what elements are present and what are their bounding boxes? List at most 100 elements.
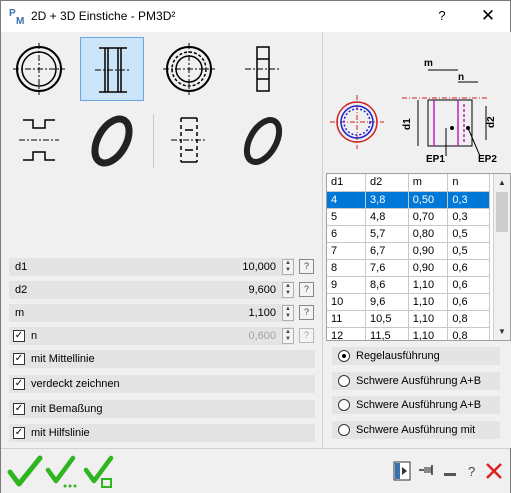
d1-spinner[interactable]: ▲ ▼	[282, 259, 294, 275]
table-cell: 12	[327, 327, 367, 340]
m-spinner[interactable]: ▲ ▼	[282, 305, 294, 321]
ring-dashed-view-icon	[163, 43, 215, 95]
variant-label-3: Schwere Ausführung mit	[356, 424, 476, 436]
pushpin-icon	[419, 465, 433, 475]
groove-hidden-icon	[171, 117, 207, 163]
checkmark-icon	[7, 455, 43, 487]
table-row[interactable]: 9 8,6 1,10 0,6	[327, 276, 490, 294]
d2-help-button[interactable]: ?	[299, 282, 314, 297]
table-row[interactable]: 5 4,8 0,70 0,3	[327, 208, 490, 226]
table-row[interactable]: 4 3,8 0,50 0,3	[327, 191, 490, 209]
scroll-thumb[interactable]	[496, 192, 508, 232]
table-cell: 6	[327, 225, 367, 243]
field-n[interactable]: ✓ n 0,600 ▲ ▼	[9, 327, 294, 345]
help-button[interactable]: ?	[463, 461, 481, 481]
table-cell: 0,5	[447, 242, 490, 260]
table-cell: 1,10	[408, 310, 449, 328]
table-cell: 0,8	[447, 327, 490, 340]
table-cell: 5,7	[365, 225, 409, 243]
scroll-down-icon[interactable]: ▼	[494, 323, 510, 340]
n-checkbox[interactable]: ✓	[13, 330, 25, 342]
field-d2-label: d2	[15, 284, 28, 296]
tool-groove-profile[interactable]	[7, 108, 71, 172]
table-scrollbar[interactable]: ▲ ▼	[493, 174, 510, 340]
pin-panel-icon	[393, 461, 411, 481]
col-header-d2[interactable]: d2	[365, 174, 409, 192]
d1-help-button[interactable]: ?	[299, 259, 314, 274]
variant-radio-0[interactable]	[338, 350, 350, 362]
table-cell: 11,5	[365, 327, 409, 340]
table-cell: 1,10	[408, 293, 449, 311]
window-title: 2D + 3D Einstiche - PM3D²	[31, 9, 176, 23]
variant-radio-2[interactable]	[338, 399, 350, 411]
field-n-value: 0,600	[248, 330, 276, 342]
table-row[interactable]: 12 11,5 1,10 0,8	[327, 327, 490, 340]
table-row[interactable]: 10 9,6 1,10 0,6	[327, 293, 490, 311]
table-header-row: d1 d2 m n	[327, 174, 490, 192]
preview-label-m: m	[424, 58, 433, 69]
variant-radio-1[interactable]	[338, 375, 350, 387]
option-hilfslinie[interactable]: ✓ mit Hilfslinie	[9, 424, 315, 442]
svg-text:?: ?	[468, 464, 475, 479]
verdeckt-checkbox[interactable]: ✓	[13, 378, 25, 390]
close-button[interactable]: ✕	[471, 3, 505, 29]
pin-panel-button[interactable]	[393, 461, 411, 481]
minimize-button[interactable]	[441, 461, 459, 481]
col-header-n[interactable]: n	[447, 174, 490, 192]
table-cell: 0,90	[408, 242, 449, 260]
col-header-m[interactable]: m	[408, 174, 449, 192]
ok-box-button[interactable]	[83, 455, 119, 489]
tool-ring-dashed-view[interactable]	[157, 37, 221, 101]
mittellinie-checkbox[interactable]: ✓	[13, 353, 25, 365]
variant-option-2[interactable]: Schwere Ausführung A+B	[332, 396, 500, 414]
n-help-button: ?	[299, 328, 314, 343]
col-header-d1[interactable]: d1	[327, 174, 367, 192]
field-d1[interactable]: d1 10,000 ▲ ▼	[9, 258, 294, 276]
field-m[interactable]: m 1,100 ▲ ▼	[9, 304, 294, 322]
scroll-up-icon[interactable]: ▲	[494, 174, 510, 191]
ok-repeat-button[interactable]	[45, 455, 81, 489]
table-row[interactable]: 11 10,5 1,10 0,8	[327, 310, 490, 328]
option-verdeckt[interactable]: ✓ verdeckt zeichnen	[9, 375, 315, 393]
bemassung-checkbox[interactable]: ✓	[13, 403, 25, 415]
dimension-table: d1 d2 m n 4 3,8 0,50 0,3 5 4,8 0,70 0,3 6 5,7 0,80…	[326, 173, 511, 341]
tool-ring-front-view[interactable]	[7, 37, 71, 101]
ring-3d-icon	[91, 115, 133, 167]
table-cell: 1,10	[408, 327, 449, 340]
cancel-button[interactable]	[485, 461, 503, 481]
table-cell: 0,6	[447, 276, 490, 294]
pushpin-button[interactable]	[417, 461, 435, 481]
table-row[interactable]: 6 5,7 0,80 0,5	[327, 225, 490, 243]
table-row[interactable]: 8 7,6 0,90 0,6	[327, 259, 490, 277]
tool-groove-hidden[interactable]	[157, 108, 221, 172]
title-help-button[interactable]: ?	[427, 3, 457, 29]
table-cell: 4,8	[365, 208, 409, 226]
variant-option-0[interactable]: Regelausführung	[332, 347, 500, 365]
table-cell: 0,6	[447, 259, 490, 277]
tool-groove-section[interactable]	[80, 37, 144, 101]
option-mittellinie[interactable]: ✓ mit Mittellinie	[9, 350, 315, 368]
preview-label-n: n	[458, 72, 464, 83]
left-panel: d1 10,000 ▲ ▼ ? d2 9,600 ▲ ▼ ? m 1,100 ▲ ▼ …	[1, 32, 323, 448]
field-m-value[interactable]: 1,100	[248, 307, 276, 319]
field-d2-value[interactable]: 9,600	[248, 284, 276, 296]
table-row[interactable]: 7 6,7 0,90 0,5	[327, 242, 490, 260]
table-cell: 8	[327, 259, 367, 277]
variant-option-3[interactable]: Schwere Ausführung mit	[332, 421, 500, 439]
option-bemassung[interactable]: ✓ mit Bemaßung	[9, 400, 315, 418]
field-d2[interactable]: d2 9,600 ▲ ▼	[9, 281, 294, 299]
m-help-button[interactable]: ?	[299, 305, 314, 320]
d2-spinner[interactable]: ▲ ▼	[282, 282, 294, 298]
ok-button[interactable]	[7, 455, 43, 489]
tool-ring-3d[interactable]	[80, 108, 144, 172]
bemassung-label: mit Bemaßung	[31, 403, 103, 415]
minimize-icon	[444, 473, 456, 476]
groove-preview-drawing: m n d1 d2 EP1 EP2	[330, 58, 497, 165]
variant-radio-3[interactable]	[338, 424, 350, 436]
variant-option-1[interactable]: Schwere Ausführung A+B	[332, 372, 500, 390]
tool-ring-side-view[interactable]	[231, 37, 295, 101]
field-d1-value[interactable]: 10,000	[242, 261, 276, 273]
tool-ring-3d-alt[interactable]	[231, 108, 295, 172]
hilfslinie-checkbox[interactable]: ✓	[13, 427, 25, 439]
variant-label-1: Schwere Ausführung A+B	[356, 375, 482, 387]
